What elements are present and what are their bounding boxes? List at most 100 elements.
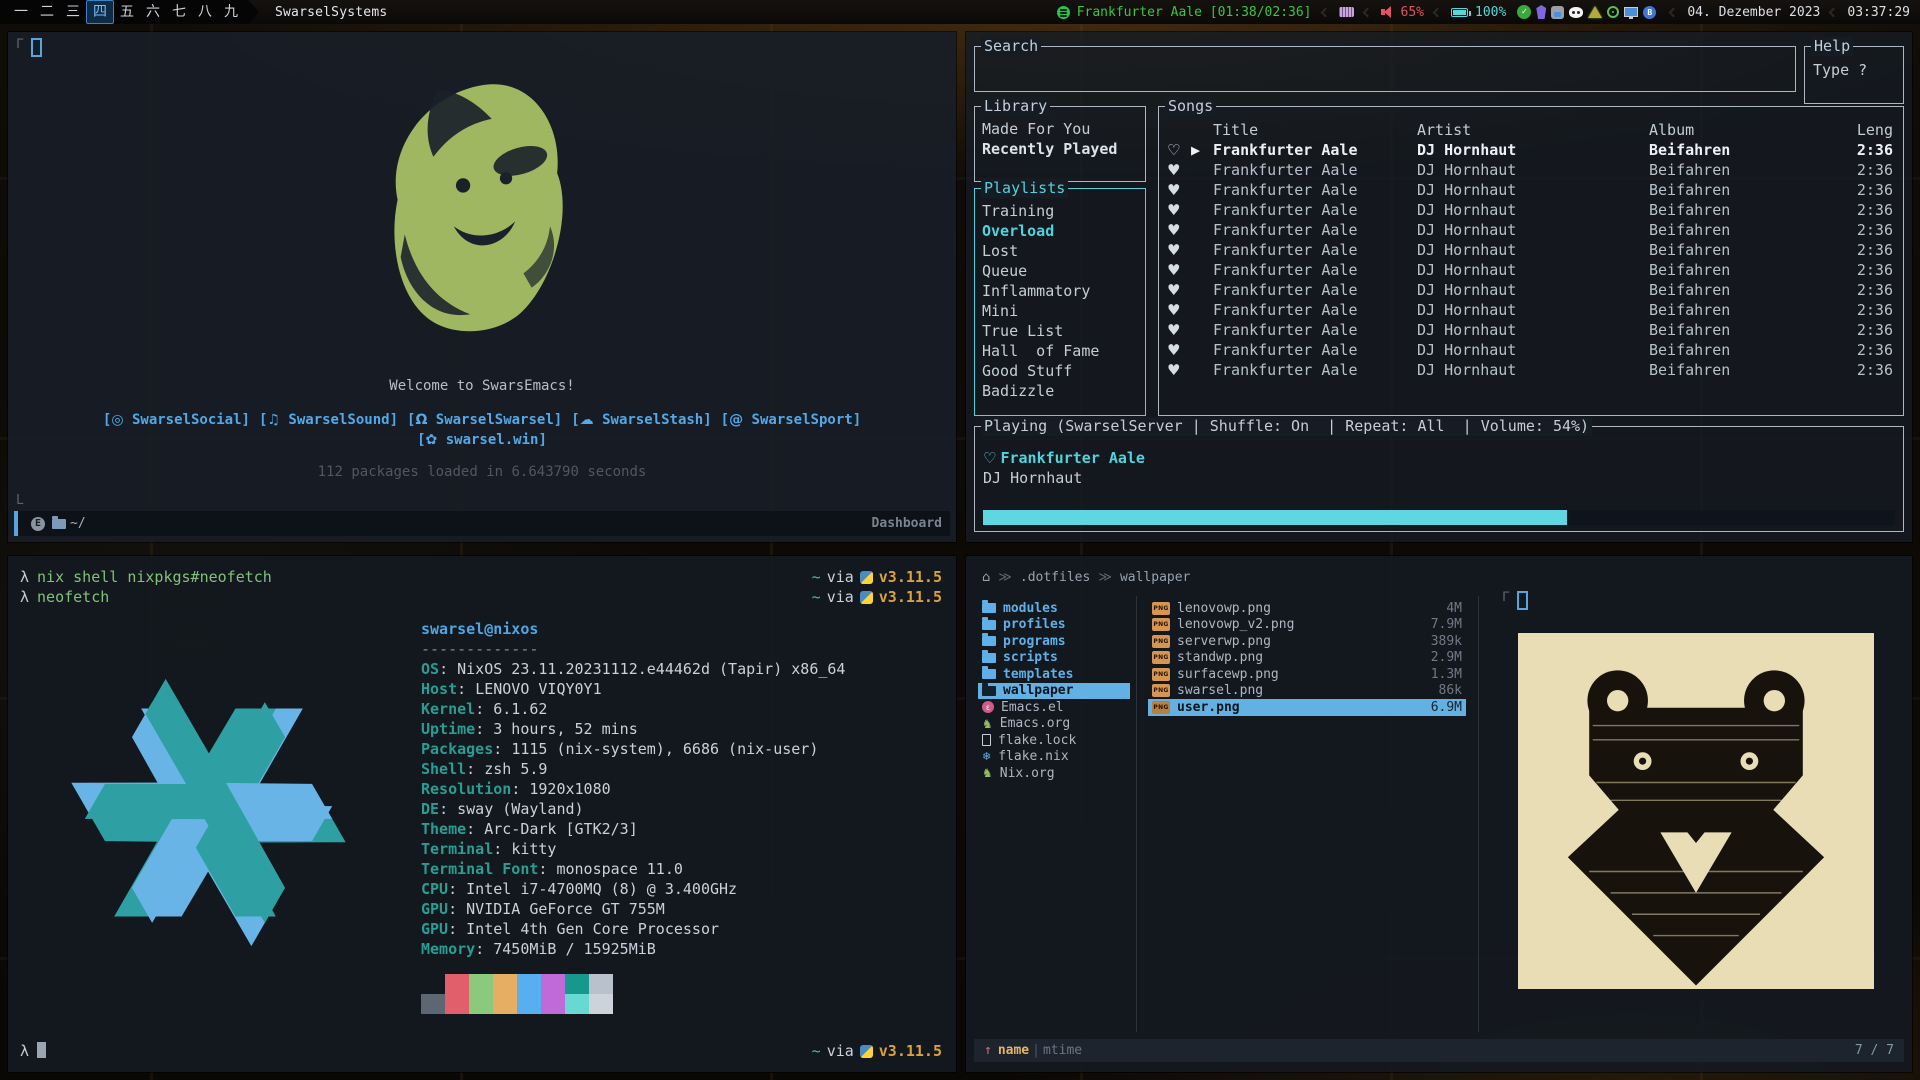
dir-entry[interactable]: Emacs.org <box>978 716 1130 733</box>
now-playing-status[interactable]: Frankfurter Aale [01:38/02:36] <box>1077 5 1312 20</box>
favorite-heart-icon[interactable]: ♥ <box>1167 261 1180 279</box>
song-row[interactable]: ♥ Frankfurter Aale DJ Hornhaut Beifahren… <box>1159 321 1903 341</box>
song-row[interactable]: ♥ Frankfurter Aale DJ Hornhaut Beifahren… <box>1159 261 1903 281</box>
playlist-item[interactable]: Lost <box>975 241 1145 261</box>
playlist-item[interactable]: Overload <box>975 221 1145 241</box>
dir-entry[interactable]: templates <box>978 666 1130 683</box>
sort-field[interactable]: name <box>998 1043 1029 1058</box>
playlist-item[interactable]: Inflammatory <box>975 281 1145 301</box>
favorite-heart-icon[interactable]: ♥ <box>1167 221 1180 239</box>
favorite-heart-icon[interactable]: ♥ <box>1167 341 1180 359</box>
favorite-heart-icon[interactable]: ♡ <box>1167 141 1180 159</box>
display-icon[interactable] <box>1624 7 1638 17</box>
dashboard-link[interactable]: [@ SwarselSport] <box>721 412 861 428</box>
workspace-button[interactable]: 一 <box>8 1 34 23</box>
favorite-heart-icon[interactable]: ♥ <box>1167 181 1180 199</box>
file-entry[interactable]: PNG surfacewp.png 1.3M <box>1148 666 1466 683</box>
file-size: 1.3M <box>1431 667 1462 682</box>
file-size: 4M <box>1446 601 1462 616</box>
song-row[interactable]: ♥ Frankfurter Aale DJ Hornhaut Beifahren… <box>1159 241 1903 261</box>
dir-entry[interactable]: wallpaper <box>978 683 1130 700</box>
song-row[interactable]: ♥ Frankfurter Aale DJ Hornhaut Beifahren… <box>1159 361 1903 381</box>
dir-entry[interactable]: scripts <box>978 650 1130 667</box>
playlist-item[interactable]: Hall of Fame <box>975 341 1145 361</box>
terminal-prompt-line[interactable]: λ ~viav3.11.5 <box>8 1042 956 1062</box>
song-row[interactable]: ♥ Frankfurter Aale DJ Hornhaut Beifahren… <box>1159 161 1903 181</box>
playlist-item[interactable]: True List <box>975 321 1145 341</box>
workspace-button[interactable]: 二 <box>34 1 60 23</box>
sort-ascending-icon[interactable]: ↑ <box>984 1043 992 1058</box>
tent-icon[interactable] <box>1588 6 1602 18</box>
song-row[interactable]: ♥ Frankfurter Aale DJ Hornhaut Beifahren… <box>1159 181 1903 201</box>
favorite-heart-icon[interactable]: ♥ <box>1167 241 1180 259</box>
workspace-button[interactable]: 三 <box>60 1 86 23</box>
favorite-heart-icon[interactable]: ♥ <box>1167 301 1180 319</box>
song-row[interactable]: ♥ Frankfurter Aale DJ Hornhaut Beifahren… <box>1159 301 1903 321</box>
dashboard-link[interactable]: [◎ SwarselSocial] <box>103 412 250 428</box>
file-entry[interactable]: PNG user.png 6.9M <box>1148 699 1466 716</box>
favorite-heart-icon[interactable]: ♥ <box>1167 161 1180 179</box>
playlist-item[interactable]: Badizzle <box>975 381 1145 401</box>
shield-icon[interactable] <box>1536 5 1546 19</box>
dashboard-link[interactable]: [♫ SwarselSound] <box>259 412 398 428</box>
library-item[interactable]: Recently Played <box>975 139 1145 159</box>
dir-entry[interactable]: programs <box>978 633 1130 650</box>
playlist-item[interactable]: Queue <box>975 261 1145 281</box>
palette-swatch <box>469 974 493 994</box>
workspace-button[interactable]: 七 <box>166 1 192 23</box>
syncthing-icon[interactable] <box>1607 6 1619 18</box>
workspace-button[interactable]: 八 <box>192 1 218 23</box>
workspace-button[interactable]: 五 <box>114 1 140 23</box>
playlist-item[interactable]: Training <box>975 201 1145 221</box>
dashboard-link[interactable]: [☁ SwarselStash] <box>571 412 711 428</box>
playlist-item[interactable]: Mini <box>975 301 1145 321</box>
volume-level[interactable]: 65% <box>1401 5 1424 20</box>
favorite-heart-icon[interactable]: ♡ <box>983 449 996 467</box>
date-display[interactable]: 04. Dezember 2023 <box>1687 5 1820 20</box>
dir-entry[interactable]: flake.nix <box>978 749 1130 766</box>
song-row[interactable]: ♥ Frankfurter Aale DJ Hornhaut Beifahren… <box>1159 221 1903 241</box>
song-row[interactable]: ♡ ▶ Frankfurter Aale DJ Hornhaut Beifahr… <box>1159 141 1903 161</box>
file-entry[interactable]: PNG lenovowp.png 4M <box>1148 600 1466 617</box>
file-entry[interactable]: PNG standwp.png 2.9M <box>1148 650 1466 667</box>
playlist-item[interactable]: Good Stuff <box>975 361 1145 381</box>
library-item[interactable]: Made For You <box>975 119 1145 139</box>
dir-entry[interactable]: flake.lock <box>978 732 1130 749</box>
discord-icon[interactable] <box>1569 7 1583 18</box>
preview-pane: Γ <box>1486 584 1904 1032</box>
dir-entry[interactable]: modules <box>978 600 1130 617</box>
home-icon[interactable]: ⌂ <box>982 570 990 585</box>
dir-entry[interactable]: Nix.org <box>978 765 1130 782</box>
dashboard-link[interactable]: [Ω SwarselSwarsel] <box>407 412 562 428</box>
search-input[interactable]: Search <box>974 46 1796 92</box>
volume-icon[interactable] <box>1381 6 1394 18</box>
favorite-heart-icon[interactable]: ♥ <box>1167 321 1180 339</box>
dir-entry[interactable]: Emacs.el <box>978 699 1130 716</box>
song-row[interactable]: ♥ Frankfurter Aale DJ Hornhaut Beifahren… <box>1159 341 1903 361</box>
file-entry[interactable]: PNG lenovowp_v2.png 7.9M <box>1148 617 1466 634</box>
spotify-icon[interactable] <box>1057 6 1070 19</box>
breadcrumb-wallpaper[interactable]: wallpaper <box>1120 570 1190 585</box>
swarsel-win-link[interactable]: [✿ swarsel.win] <box>417 432 547 448</box>
checkmark-icon[interactable] <box>1517 5 1531 19</box>
song-row[interactable]: ♥ Frankfurter Aale DJ Hornhaut Beifahren… <box>1159 281 1903 301</box>
keepass-icon[interactable] <box>1551 6 1564 19</box>
palette-swatch <box>565 974 589 994</box>
song-row[interactable]: ♥ Frankfurter Aale DJ Hornhaut Beifahren… <box>1159 201 1903 221</box>
favorite-heart-icon[interactable]: ♥ <box>1167 281 1180 299</box>
favorite-heart-icon[interactable]: ♥ <box>1167 201 1180 219</box>
bluetooth-icon[interactable] <box>1643 6 1656 19</box>
breadcrumb-dotfiles[interactable]: .dotfiles <box>1020 570 1090 585</box>
file-entry[interactable]: PNG swarsel.png 86k <box>1148 683 1466 700</box>
workspace-button[interactable]: 九 <box>218 1 244 23</box>
keyboard-icon[interactable] <box>1339 7 1354 17</box>
seek-bar[interactable] <box>983 510 1895 525</box>
dir-entry[interactable]: profiles <box>978 617 1130 634</box>
clock-display[interactable]: 03:37:29 <box>1847 5 1910 20</box>
sort-field-alt[interactable]: mtime <box>1043 1043 1082 1058</box>
favorite-heart-icon[interactable]: ♥ <box>1167 361 1180 379</box>
file-entry[interactable]: PNG serverwp.png 389k <box>1148 633 1466 650</box>
workspace-button[interactable]: 四 <box>86 0 114 24</box>
workspace-button[interactable]: 六 <box>140 1 166 23</box>
terminal-window[interactable]: λnix shell nixpkgs#neofetch ~viav3.11.5 … <box>8 556 956 1072</box>
